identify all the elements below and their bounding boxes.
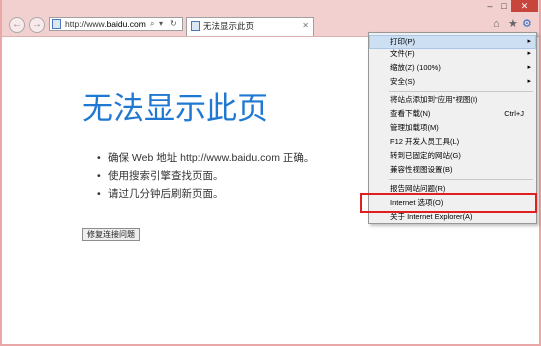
menu-item-safety[interactable]: 安全(S) ▸ — [370, 76, 535, 88]
submenu-arrow-icon: ▸ — [527, 50, 531, 57]
tab-title: 无法显示此页 — [203, 21, 255, 31]
tab-close-icon[interactable]: ✕ — [302, 20, 309, 32]
minimize-button[interactable]: – — [483, 0, 497, 12]
list-item: 确保 Web 地址 http://www.baidu.com 正确。 — [97, 149, 314, 167]
menu-item-dev-tools[interactable]: F12 开发人员工具(L) — [370, 136, 535, 148]
browser-window: – □ ✕ ← → http://www.baidu.com ⌕ ▾ ↻ 无法显… — [0, 0, 541, 346]
menu-item-view-downloads[interactable]: 查看下载(N) Ctrl+J — [370, 108, 535, 120]
submenu-arrow-icon: ▸ — [527, 78, 531, 85]
tab-active[interactable]: 无法显示此页 ✕ — [186, 17, 314, 36]
menu-item-label: F12 开发人员工具(L) — [390, 137, 460, 146]
page-title: 无法显示此页 — [82, 91, 268, 127]
menu-item-label: 缩放(Z) (100%) — [390, 63, 441, 72]
menu-item-manage-addons[interactable]: 管理加载项(M) — [370, 122, 535, 134]
menu-item-label: 将站点添加到"应用"视图(I) — [390, 95, 478, 104]
menu-item-file[interactable]: 文件(F) ▸ — [370, 48, 535, 60]
address-domain: baidu.com — [106, 19, 146, 29]
favorites-icon[interactable]: ★ — [508, 18, 518, 30]
tab-page-icon — [191, 21, 200, 31]
menu-item-label: 安全(S) — [390, 77, 415, 86]
submenu-arrow-icon: ▸ — [527, 38, 531, 45]
tips-list: 确保 Web 地址 http://www.baidu.com 正确。 使用搜索引… — [97, 149, 314, 203]
menu-item-label: 管理加载项(M) — [390, 123, 439, 132]
address-prefix: http://www. — [65, 19, 107, 29]
highlight-box — [360, 193, 537, 213]
address-url[interactable]: http://www.baidu.com — [65, 18, 146, 30]
back-button[interactable]: ← — [9, 17, 25, 33]
list-item: 使用搜索引擎查找页面。 — [97, 167, 314, 185]
list-item: 请过几分钟后刷新页面。 — [97, 185, 314, 203]
menu-item-add-to-apps[interactable]: 将站点添加到"应用"视图(I) — [370, 94, 535, 106]
page-icon — [52, 19, 61, 29]
menu-item-label: 转到已固定的网站(G) — [390, 151, 461, 160]
chevron-down-icon[interactable]: ▾ — [159, 18, 163, 30]
menu-item-label: 打印(P) — [390, 37, 415, 46]
menu-divider — [389, 179, 533, 180]
forward-button[interactable]: → — [29, 17, 45, 33]
menu-item-shortcut: Ctrl+J — [504, 109, 524, 118]
menu-item-compat-view[interactable]: 兼容性视图设置(B) — [370, 164, 535, 176]
submenu-arrow-icon: ▸ — [527, 64, 531, 71]
title-bar: – □ ✕ — [2, 0, 539, 13]
gear-icon[interactable]: ⚙ — [522, 18, 532, 30]
menu-item-print[interactable]: 打印(P) ▸ — [369, 35, 536, 49]
menu-item-label: 兼容性视图设置(B) — [390, 165, 453, 174]
address-bar[interactable]: http://www.baidu.com ⌕ ▾ ↻ — [49, 17, 183, 31]
fix-connection-button[interactable]: 修复连接问题 — [82, 228, 140, 241]
menu-item-label: 查看下载(N) — [390, 109, 431, 118]
search-icon[interactable]: ⌕ — [150, 18, 154, 30]
maximize-button[interactable]: □ — [497, 0, 511, 12]
menu-item-label: 文件(F) — [390, 49, 415, 58]
home-icon[interactable]: ⌂ — [493, 18, 500, 30]
menu-item-pinned-sites[interactable]: 转到已固定的网站(G) — [370, 150, 535, 162]
close-window-button[interactable]: ✕ — [511, 0, 538, 12]
menu-item-zoom[interactable]: 缩放(Z) (100%) ▸ — [370, 62, 535, 74]
menu-divider — [389, 91, 533, 92]
refresh-icon[interactable]: ↻ — [170, 18, 177, 30]
